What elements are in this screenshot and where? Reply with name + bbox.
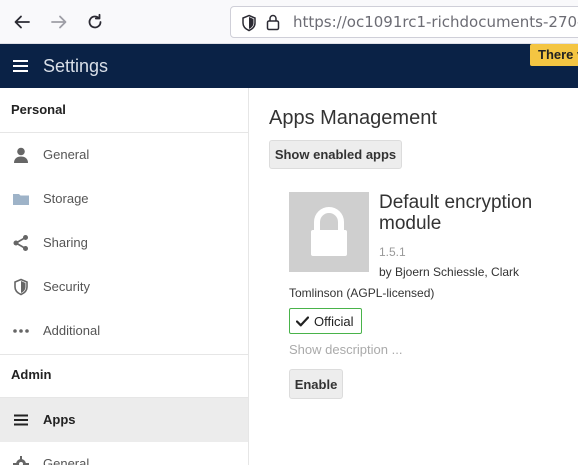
app-icon bbox=[289, 192, 369, 272]
sidebar-item-security[interactable]: Security bbox=[0, 265, 248, 309]
forward-button[interactable] bbox=[46, 9, 72, 35]
divider bbox=[0, 354, 248, 355]
app-header: Settings There v bbox=[0, 44, 578, 88]
back-button[interactable] bbox=[9, 9, 35, 35]
sidebar-item-storage[interactable]: Storage bbox=[0, 177, 248, 221]
more-icon bbox=[13, 329, 29, 333]
url-text[interactable]: https://oc1091rc1-richdocuments-270-rc2-… bbox=[293, 13, 578, 31]
tracking-shield-icon[interactable] bbox=[241, 14, 257, 32]
folder-icon bbox=[13, 194, 29, 205]
lock-icon[interactable] bbox=[265, 13, 281, 31]
arrow-right-icon bbox=[51, 15, 67, 29]
section-title-admin: Admin bbox=[11, 367, 52, 382]
sidebar-item-sharing[interactable]: Sharing bbox=[0, 221, 248, 265]
section-title-personal: Personal bbox=[11, 102, 66, 117]
official-badge: Official bbox=[289, 308, 362, 334]
enable-button[interactable]: Enable bbox=[289, 369, 343, 399]
sidebar-item-label: Additional bbox=[43, 323, 101, 338]
app-license: Tomlinson (AGPL-licensed) bbox=[289, 286, 435, 300]
sidebar-item-label: General bbox=[43, 456, 90, 465]
sidebar-item-general[interactable]: General bbox=[0, 133, 248, 177]
share-icon bbox=[13, 235, 28, 251]
settings-sidebar: Personal General Storage Sharing Securit… bbox=[0, 88, 249, 465]
list-icon bbox=[14, 414, 28, 426]
sidebar-item-label: Sharing bbox=[43, 235, 88, 250]
arrow-left-icon bbox=[14, 15, 30, 29]
main-content: Apps Management Show enabled apps Defaul… bbox=[249, 88, 578, 465]
menu-icon[interactable] bbox=[13, 60, 28, 72]
lock-icon bbox=[311, 207, 347, 256]
show-enabled-apps-button[interactable]: Show enabled apps bbox=[269, 140, 402, 169]
show-description-link[interactable]: Show description ... bbox=[289, 342, 402, 357]
address-bar[interactable]: https://oc1091rc1-richdocuments-270-rc2-… bbox=[230, 6, 578, 38]
browser-toolbar: https://oc1091rc1-richdocuments-270-rc2-… bbox=[0, 0, 578, 44]
sidebar-item-label: Storage bbox=[43, 191, 89, 206]
sidebar-item-admin-general[interactable]: General bbox=[0, 442, 248, 465]
checkmark-icon bbox=[296, 315, 309, 326]
gear-icon bbox=[13, 456, 29, 465]
official-badge-label: Official bbox=[314, 313, 354, 329]
reload-icon bbox=[88, 13, 102, 29]
sidebar-item-label: General bbox=[43, 147, 90, 162]
user-icon bbox=[14, 147, 28, 163]
reload-button[interactable] bbox=[82, 9, 108, 35]
sidebar-item-label: Security bbox=[43, 279, 90, 294]
sidebar-item-additional[interactable]: Additional bbox=[0, 309, 248, 353]
app-author: by Bjoern Schiessle, Clark bbox=[379, 265, 520, 279]
header-title: Settings bbox=[43, 56, 109, 76]
page-title: Apps Management bbox=[269, 107, 437, 129]
app-version: 1.5.1 bbox=[379, 245, 406, 259]
shield-icon bbox=[14, 278, 28, 296]
sidebar-item-label: Apps bbox=[43, 412, 76, 427]
sidebar-item-apps[interactable]: Apps bbox=[0, 398, 248, 442]
notice-badge: There v bbox=[530, 44, 578, 66]
app-name[interactable]: Default encryption module bbox=[379, 192, 578, 234]
